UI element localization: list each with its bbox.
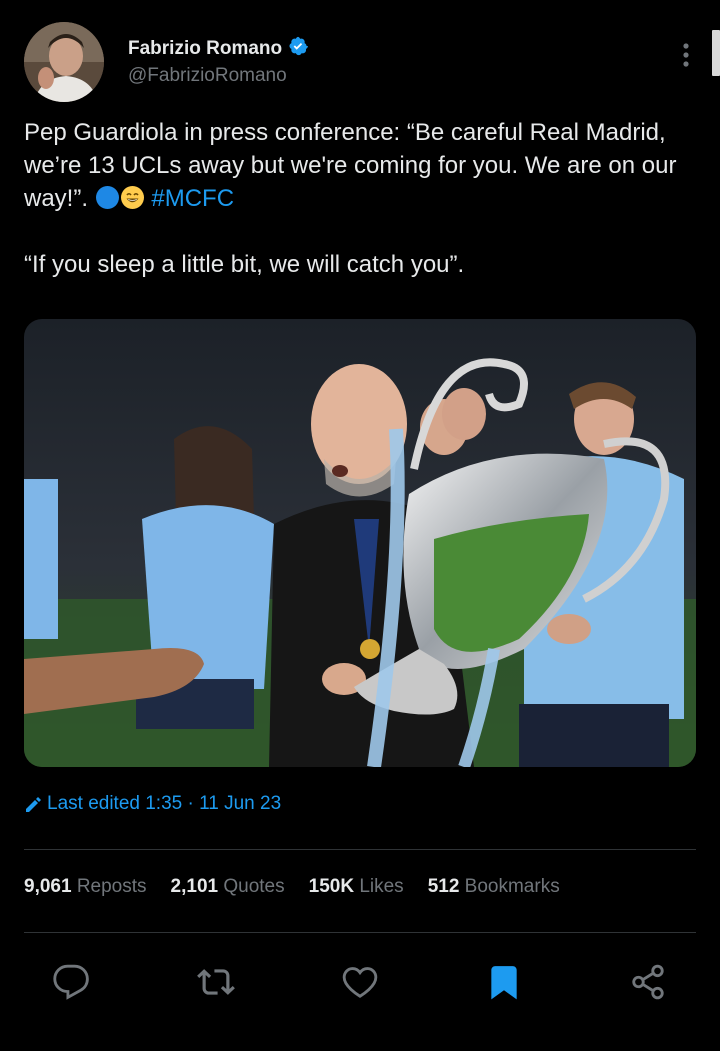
hashtag-link[interactable]: #MCFC — [151, 185, 234, 212]
tweet-photo[interactable] — [24, 319, 696, 767]
divider — [24, 932, 696, 933]
reply-icon — [53, 964, 89, 1000]
reposts-count: 9,061 — [24, 876, 72, 897]
quotes-stat[interactable]: 2,101 Quotes — [171, 876, 285, 898]
quotes-count: 2,101 — [170, 876, 219, 897]
bookmarks-stat[interactable]: 512 Bookmarks — [428, 876, 560, 898]
bookmark-icon — [491, 966, 517, 1000]
smiling-face-emoji-icon — [120, 185, 145, 210]
author-name[interactable]: Fabrizio Romano — [128, 38, 282, 60]
likes-label: Likes — [359, 876, 404, 897]
action-bar — [24, 960, 696, 1004]
bookmark-button[interactable] — [482, 960, 526, 1004]
reposts-label: Reposts — [76, 876, 147, 897]
likes-stat[interactable]: 150K Likes — [309, 876, 404, 898]
like-button[interactable] — [338, 960, 382, 1004]
quotes-label: Quotes — [223, 876, 285, 897]
author-info: Fabrizio Romano @FabrizioRomano — [128, 36, 309, 87]
reply-button[interactable] — [49, 960, 93, 1004]
scrollbar[interactable] — [712, 30, 720, 76]
more-icon — [683, 43, 689, 67]
tweet-text: Pep Guardiola in press conference: “Be c… — [24, 116, 696, 281]
like-icon — [342, 967, 378, 998]
share-icon — [632, 964, 664, 1000]
repost-button[interactable] — [194, 960, 238, 1004]
pencil-icon — [26, 796, 41, 812]
avatar[interactable] — [24, 22, 104, 102]
last-edited-link[interactable]: Last edited 1:35 · 11 Jun 23 — [24, 793, 281, 815]
repost-icon — [197, 969, 235, 995]
bookmarks-count: 512 — [427, 876, 460, 897]
verified-icon — [288, 36, 309, 61]
engagement-stats: 9,061 Reposts 2,101 Quotes 150K Likes 51… — [24, 876, 560, 898]
share-button[interactable] — [626, 960, 670, 1004]
reposts-stat[interactable]: 9,061 Reposts — [24, 876, 147, 898]
divider — [24, 849, 696, 850]
last-edited-label: Last edited 1:35 · 11 Jun 23 — [47, 793, 282, 814]
tweet-text-quote: “If you sleep a little bit, we will catc… — [24, 251, 465, 278]
likes-count: 150K — [308, 876, 355, 897]
more-button[interactable] — [676, 40, 696, 70]
blue-circle-emoji-icon — [95, 185, 120, 210]
tweet-header: Fabrizio Romano @FabrizioRomano — [24, 22, 696, 104]
author-handle[interactable]: @FabrizioRomano — [128, 65, 308, 87]
bookmarks-label: Bookmarks — [464, 876, 560, 897]
